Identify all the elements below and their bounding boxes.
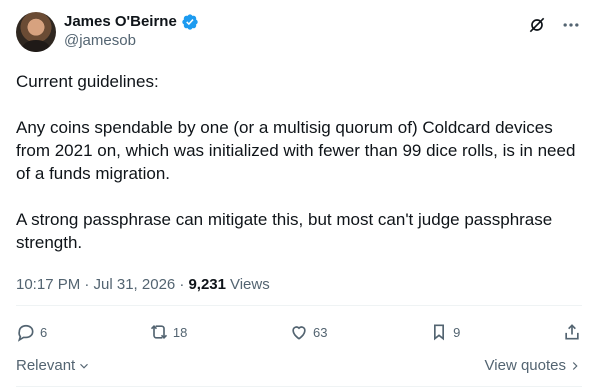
bookmark-count: 9 — [453, 324, 461, 340]
like-icon — [292, 326, 306, 340]
view-quotes-label: View quotes — [484, 357, 566, 374]
share-button[interactable] — [562, 322, 582, 342]
author-block: James O'Beirne @jamesob — [64, 12, 199, 50]
tweet-timestamp[interactable]: 10:17 PM · Jul 31, 2026 · — [16, 276, 184, 293]
chevron-right-icon — [572, 361, 578, 370]
sort-label: Relevant — [16, 357, 76, 374]
repost-button[interactable]: 18 — [149, 322, 187, 342]
bookmark-icon — [434, 324, 445, 341]
avatar[interactable] — [16, 12, 56, 52]
more-icon[interactable] — [560, 14, 582, 36]
like-button[interactable]: 63 — [289, 322, 327, 342]
share-icon — [565, 324, 579, 340]
views-count: 9,231 — [188, 276, 226, 293]
divider — [16, 305, 582, 306]
views-label: Views — [229, 276, 270, 293]
view-quotes-link[interactable]: View quotes — [485, 357, 582, 374]
like-count: 63 — [312, 324, 328, 340]
chevron-down-icon — [80, 363, 89, 369]
sort-dropdown[interactable]: Relevant — [16, 357, 91, 374]
tweet-paragraph: Current guidelines: — [16, 72, 159, 91]
author-handle[interactable]: @jamesob — [64, 31, 199, 50]
bookmark-button[interactable]: 9 — [429, 322, 460, 342]
reply-count: 6 — [40, 324, 48, 340]
repost-icon — [150, 324, 167, 340]
repost-count: 18 — [172, 324, 188, 340]
verified-badge-icon — [182, 13, 198, 30]
tweet-paragraph: A strong passphrase can mitigate this, b… — [16, 210, 553, 252]
reply-button[interactable]: 6 — [16, 322, 47, 342]
tweet-paragraph: Any coins spendable by one (or a multisi… — [16, 118, 576, 183]
grok-icon[interactable] — [526, 14, 548, 36]
tweet-meta: 10:17 PM · Jul 31, 2026 · 9,231 Views — [16, 276, 270, 293]
tweet-text: Current guidelines: Any coins spendable … — [16, 70, 576, 254]
name-row: James O'Beirne — [64, 12, 199, 31]
author-name[interactable]: James O'Beirne — [64, 12, 177, 31]
reply-icon — [17, 324, 34, 342]
reply-sort-row: Relevant View quotes — [16, 357, 582, 374]
action-bar: 6 18 63 9 — [16, 322, 582, 342]
top-actions — [526, 14, 582, 36]
